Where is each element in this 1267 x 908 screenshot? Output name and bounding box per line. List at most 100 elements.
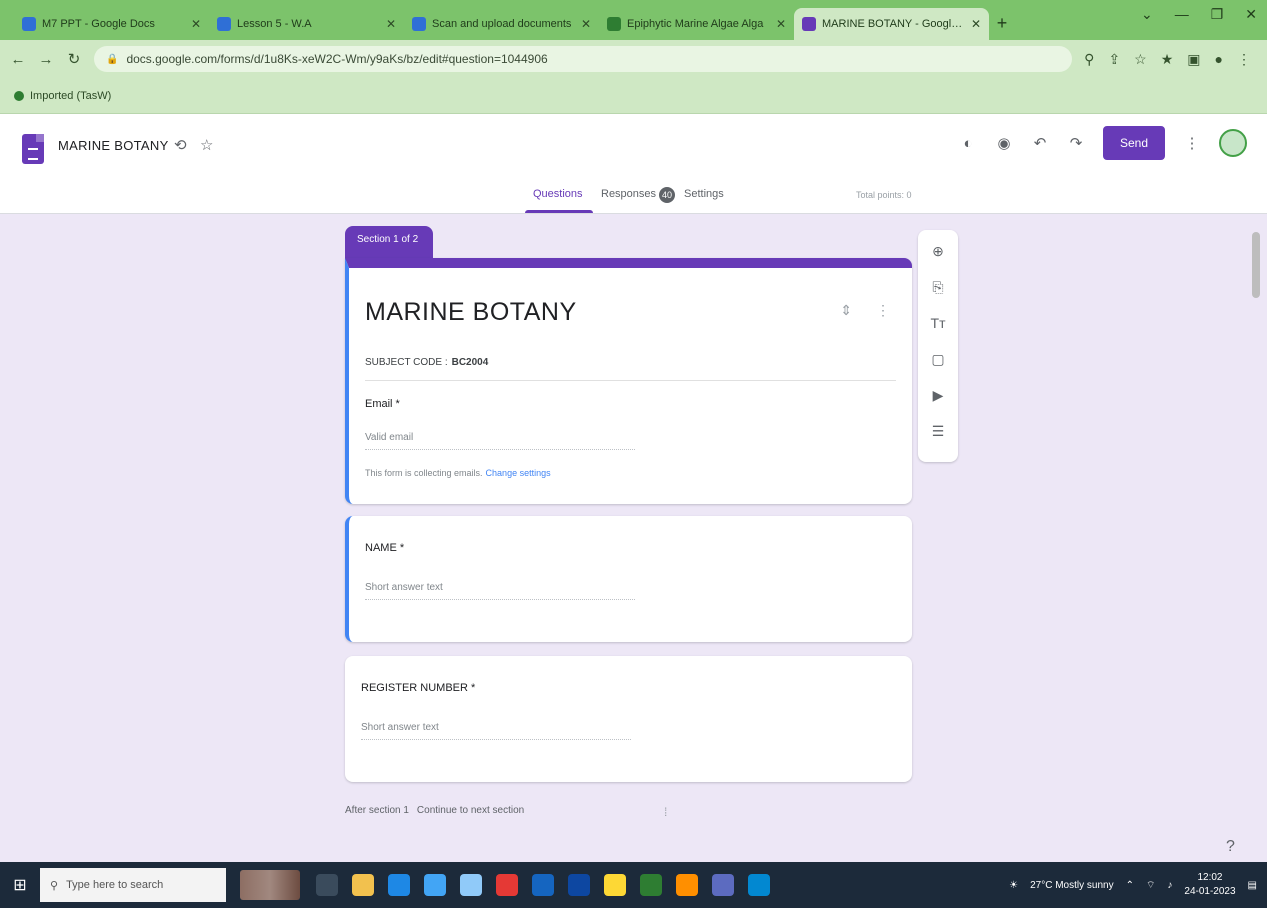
- maximize-icon[interactable]: ❐: [1211, 6, 1224, 23]
- responses-count-badge: 40: [659, 187, 675, 203]
- browser-menu-icon[interactable]: ⋮: [1237, 51, 1251, 68]
- taskbar-search-input[interactable]: ⚲ Type here to search: [40, 868, 226, 902]
- browser-tab-lesson[interactable]: Lesson 5 - W.A ✕: [209, 8, 404, 40]
- close-tab-icon[interactable]: ✕: [776, 17, 786, 31]
- add-title-icon[interactable]: Tт: [931, 310, 946, 336]
- windows-start-icon[interactable]: ⊞: [0, 862, 40, 908]
- tray-chevron-icon[interactable]: ⌃: [1126, 880, 1134, 891]
- tab-search-icon[interactable]: ⌄: [1141, 6, 1153, 23]
- mail-icon[interactable]: [460, 874, 482, 896]
- change-settings-link[interactable]: Change settings: [486, 468, 551, 478]
- star-icon[interactable]: ☆: [200, 136, 213, 154]
- back-icon[interactable]: ←: [10, 51, 26, 68]
- edge-browser-icon[interactable]: [388, 874, 410, 896]
- clock[interactable]: 12:02 24-01-2023: [1184, 871, 1235, 899]
- form-title[interactable]: MARINE BOTANY: [365, 298, 577, 327]
- tab-questions[interactable]: Questions: [533, 188, 583, 200]
- add-image-icon[interactable]: ▢: [931, 346, 944, 372]
- browser-tab-scan[interactable]: Scan and upload documents ✕: [404, 8, 599, 40]
- word-icon[interactable]: [532, 874, 554, 896]
- section-more-icon[interactable]: ⋮: [876, 302, 890, 319]
- store-icon[interactable]: [424, 874, 446, 896]
- bookmarks-bar: Imported (TasW): [0, 78, 1267, 114]
- help-icon[interactable]: ?: [1226, 838, 1235, 856]
- close-tab-icon[interactable]: ✕: [581, 17, 591, 31]
- form-description[interactable]: SUBJECT CODE : BC2004: [365, 357, 488, 368]
- preview-eye-icon[interactable]: ◉: [995, 134, 1013, 152]
- extensions-puzzle-icon[interactable]: ▣: [1187, 51, 1200, 68]
- zoom-icon[interactable]: ⚲: [1084, 51, 1094, 68]
- add-question-icon[interactable]: ⊕: [932, 238, 944, 264]
- close-window-icon[interactable]: ✕: [1245, 6, 1257, 23]
- scrollbar-thumb[interactable]: [1252, 232, 1260, 298]
- search-placeholder: Type here to search: [66, 879, 164, 891]
- collapse-section-icon[interactable]: ⇕: [840, 302, 852, 319]
- minimize-icon[interactable]: —: [1175, 6, 1189, 23]
- task-view-icon[interactable]: [316, 874, 338, 896]
- url-text: docs.google.com/forms/d/1u8Ks-xeW2C-Wm/y…: [126, 52, 548, 66]
- bookmark-item[interactable]: Imported (TasW): [30, 90, 111, 102]
- subject-code-value: BC2004: [451, 357, 489, 368]
- more-dots-icon[interactable]: ⁞: [664, 805, 667, 819]
- floating-toolbar: ⊕ ⎘ Tт ▢ ▶ ☰: [918, 230, 958, 462]
- new-tab-button[interactable]: +: [989, 10, 1015, 36]
- question-card-name[interactable]: NAME * Short answer text: [345, 516, 912, 642]
- bookmark-star-icon[interactable]: ☆: [1134, 51, 1147, 68]
- form-name[interactable]: MARINE BOTANY: [58, 138, 169, 153]
- network-icon[interactable]: ⌔: [1146, 879, 1155, 892]
- share-icon[interactable]: ⇪: [1108, 51, 1120, 68]
- after-section-navigation[interactable]: After section 1 Continue to next section: [345, 805, 532, 816]
- tab-responses[interactable]: Responses: [601, 188, 656, 200]
- excel-icon[interactable]: [640, 874, 662, 896]
- google-docs-icon: [22, 17, 36, 31]
- url-field[interactable]: 🔒 docs.google.com/forms/d/1u8Ks-xeW2C-Wm…: [94, 46, 1073, 72]
- weather-sun-icon: ☀: [1009, 879, 1019, 891]
- undo-icon[interactable]: ↶: [1031, 134, 1049, 152]
- browser-tab-forms[interactable]: MARINE BOTANY - Google Forms ✕: [794, 8, 989, 40]
- close-tab-icon[interactable]: ✕: [386, 17, 396, 31]
- add-section-icon[interactable]: ☰: [932, 418, 945, 444]
- chrome-icon[interactable]: [604, 874, 626, 896]
- app-icon[interactable]: [712, 874, 734, 896]
- close-tab-icon[interactable]: ✕: [191, 17, 201, 31]
- bookmark-folder-icon: [14, 90, 24, 101]
- tab-title: Scan and upload documents: [432, 18, 572, 30]
- account-avatar[interactable]: [1219, 129, 1247, 157]
- tab-settings[interactable]: Settings: [684, 188, 724, 200]
- volume-icon[interactable]: ♪: [1167, 880, 1172, 891]
- teams-icon[interactable]: [568, 874, 590, 896]
- app-icon[interactable]: [748, 874, 770, 896]
- notification-icon[interactable]: ▤: [1248, 880, 1257, 891]
- question-card-register-number[interactable]: REGISTER NUMBER * Short answer text: [345, 656, 912, 782]
- question-title[interactable]: REGISTER NUMBER *: [361, 682, 475, 694]
- after-section-dropdown[interactable]: Continue to next section: [417, 805, 524, 816]
- add-video-icon[interactable]: ▶: [933, 382, 944, 408]
- more-options-icon[interactable]: ⋮: [1183, 134, 1201, 152]
- form-title-card[interactable]: MARINE BOTANY ⇕ ⋮ SUBJECT CODE : BC2004 E…: [345, 258, 912, 504]
- extensions-area: ⚲ ⇪ ☆ ★ ▣ ● ⋮: [1084, 51, 1251, 68]
- divider: [365, 380, 896, 381]
- close-tab-icon[interactable]: ✕: [971, 17, 981, 31]
- browser-tab-algae[interactable]: Epiphytic Marine Algae Alga ✕: [599, 8, 794, 40]
- office-icon[interactable]: [496, 874, 518, 896]
- forward-icon[interactable]: →: [38, 51, 54, 68]
- header-tools: ◐ ◉ ↶ ↷ Send ⋮: [959, 126, 1247, 160]
- profile-icon[interactable]: ●: [1215, 51, 1223, 68]
- windows-taskbar: ⊞ ⚲ Type here to search ☀ 27°C Mostly su…: [0, 862, 1267, 908]
- import-questions-icon[interactable]: ⎘: [932, 274, 943, 300]
- customize-theme-icon[interactable]: ◐: [959, 135, 977, 152]
- send-button[interactable]: Send: [1103, 126, 1165, 160]
- extension-icon[interactable]: ★: [1161, 51, 1174, 68]
- file-explorer-icon[interactable]: [352, 874, 374, 896]
- question-title[interactable]: NAME *: [365, 542, 404, 554]
- reload-icon[interactable]: ↻: [66, 50, 82, 68]
- weather-text[interactable]: 27°C Mostly sunny: [1030, 880, 1113, 891]
- window-controls: ⌄ — ❐ ✕: [1141, 6, 1257, 23]
- browser-tab-docs[interactable]: M7 PPT - Google Docs ✕: [14, 8, 209, 40]
- redo-icon[interactable]: ↷: [1067, 134, 1085, 152]
- move-to-folder-icon[interactable]: ⟲: [174, 136, 187, 154]
- google-forms-logo-icon[interactable]: [22, 134, 44, 164]
- powerpoint-icon[interactable]: [676, 874, 698, 896]
- site-favicon-icon: [412, 17, 426, 31]
- site-favicon-icon: [217, 17, 231, 31]
